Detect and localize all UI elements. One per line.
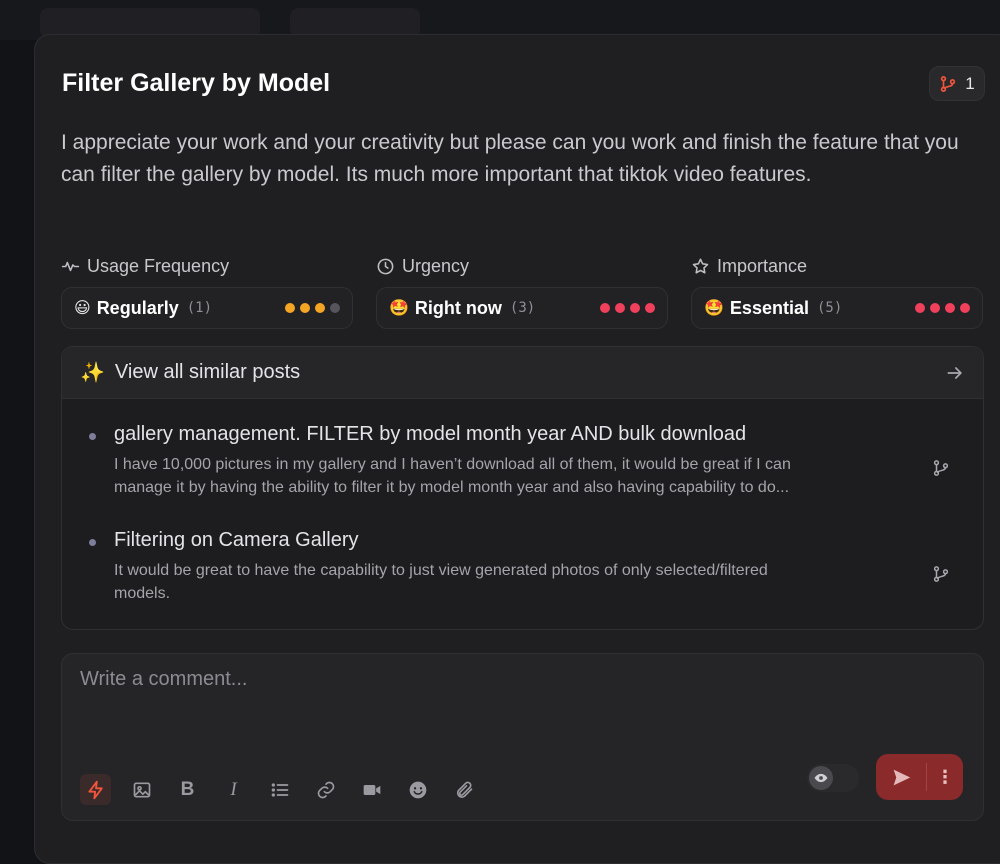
metric-label: Importance bbox=[691, 253, 983, 279]
similar-posts-panel: ✨ View all similar posts gallery managem… bbox=[61, 346, 984, 630]
metric-count: (3) bbox=[509, 300, 536, 316]
link-icon bbox=[317, 781, 334, 798]
branch-icon[interactable] bbox=[932, 565, 950, 583]
send-icon bbox=[893, 769, 910, 785]
post-detail-modal: Filter Gallery by Model 1 I appreciate y… bbox=[34, 34, 1000, 864]
level-dot bbox=[930, 303, 940, 313]
metric-importance: Importance 🤩 Essential (5) bbox=[691, 253, 983, 329]
list-button[interactable] bbox=[264, 774, 295, 805]
bullet-icon bbox=[89, 539, 96, 546]
metric-value: Regularly bbox=[96, 297, 179, 318]
more-options-button[interactable]: ⋮ bbox=[927, 754, 963, 800]
similar-posts-title: View all similar posts bbox=[114, 361, 301, 383]
level-dot bbox=[630, 303, 640, 313]
similar-post-description: I have 10,000 pictures in my gallery and… bbox=[114, 456, 791, 496]
video-icon bbox=[363, 784, 380, 795]
eye-icon bbox=[814, 773, 828, 783]
video-button[interactable] bbox=[356, 774, 387, 805]
level-dot bbox=[915, 303, 925, 313]
metric-usage-frequency: Usage Frequency 😃 Regularly (1) bbox=[61, 253, 353, 329]
metric-level-dots bbox=[285, 303, 340, 313]
post-title: Filter Gallery by Model bbox=[62, 69, 331, 97]
activity-icon bbox=[61, 261, 80, 271]
metric-level-dots bbox=[600, 303, 655, 313]
level-dot bbox=[330, 303, 340, 313]
metric-urgency: Urgency 🤩 Right now (3) bbox=[376, 253, 668, 329]
comment-input[interactable]: Write a comment... bbox=[80, 668, 247, 691]
star-struck-emoji-icon: 🤩 bbox=[389, 300, 409, 317]
branch-icon bbox=[941, 75, 956, 92]
clock-icon bbox=[377, 258, 394, 274]
metric-value-box[interactable]: 🤩 Essential (5) bbox=[691, 287, 983, 329]
list-icon bbox=[271, 782, 288, 797]
level-dot bbox=[960, 303, 970, 313]
similar-post-description: It would be great to have the capability… bbox=[114, 562, 768, 602]
metric-value-box[interactable]: 🤩 Right now (3) bbox=[376, 287, 668, 329]
image-icon bbox=[133, 782, 150, 797]
lightning-icon bbox=[87, 780, 103, 799]
image-button[interactable] bbox=[126, 774, 157, 805]
bold-button[interactable]: B bbox=[172, 774, 203, 805]
comment-editor[interactable]: Write a comment... B I ⋮ bbox=[61, 653, 984, 821]
editor-toolbar: B I bbox=[80, 774, 479, 805]
similar-post-title: Filtering on Camera Gallery bbox=[114, 529, 359, 551]
lightning-button[interactable] bbox=[80, 774, 111, 805]
similar-post-item[interactable]: Filtering on Camera Gallery It would be … bbox=[62, 529, 983, 609]
star-struck-emoji-icon: 🤩 bbox=[704, 300, 724, 317]
level-dot bbox=[945, 303, 955, 313]
italic-button[interactable]: I bbox=[218, 774, 249, 805]
star-icon bbox=[692, 258, 709, 274]
arrow-right-icon bbox=[947, 366, 962, 379]
toggle-knob bbox=[809, 766, 833, 790]
metric-label: Usage Frequency bbox=[61, 253, 353, 279]
level-dot bbox=[645, 303, 655, 313]
emoji-button[interactable] bbox=[402, 774, 433, 805]
send-button-group: ⋮ bbox=[876, 754, 963, 800]
view-similar-posts-button[interactable]: ✨ View all similar posts bbox=[62, 347, 983, 399]
similar-post-title: gallery management. FILTER by model mont… bbox=[114, 423, 747, 445]
post-description: I appreciate your work and your creativi… bbox=[61, 131, 959, 186]
metric-count: (1) bbox=[186, 300, 213, 316]
level-dot bbox=[315, 303, 325, 313]
vote-count: 1 bbox=[965, 73, 975, 93]
similar-post-item[interactable]: gallery management. FILTER by model mont… bbox=[62, 423, 983, 513]
metric-value: Essential bbox=[729, 297, 809, 318]
send-button[interactable] bbox=[876, 754, 926, 800]
level-dot bbox=[285, 303, 295, 313]
branch-icon[interactable] bbox=[932, 459, 950, 477]
link-button[interactable] bbox=[310, 774, 341, 805]
metric-level-dots bbox=[915, 303, 970, 313]
metric-label: Urgency bbox=[376, 253, 668, 279]
level-dot bbox=[300, 303, 310, 313]
vote-button[interactable]: 1 bbox=[929, 66, 985, 101]
metric-count: (5) bbox=[816, 300, 843, 316]
metric-value: Right now bbox=[414, 297, 502, 318]
level-dot bbox=[615, 303, 625, 313]
attachment-button[interactable] bbox=[448, 774, 479, 805]
grinning-emoji-icon: 😃 bbox=[74, 300, 91, 317]
visibility-toggle[interactable] bbox=[807, 764, 859, 792]
emoji-icon bbox=[409, 781, 426, 798]
metric-value-box[interactable]: 😃 Regularly (1) bbox=[61, 287, 353, 329]
attachment-icon bbox=[456, 781, 472, 798]
bullet-icon bbox=[89, 433, 96, 440]
sparkles-icon: ✨ bbox=[80, 362, 105, 384]
level-dot bbox=[600, 303, 610, 313]
